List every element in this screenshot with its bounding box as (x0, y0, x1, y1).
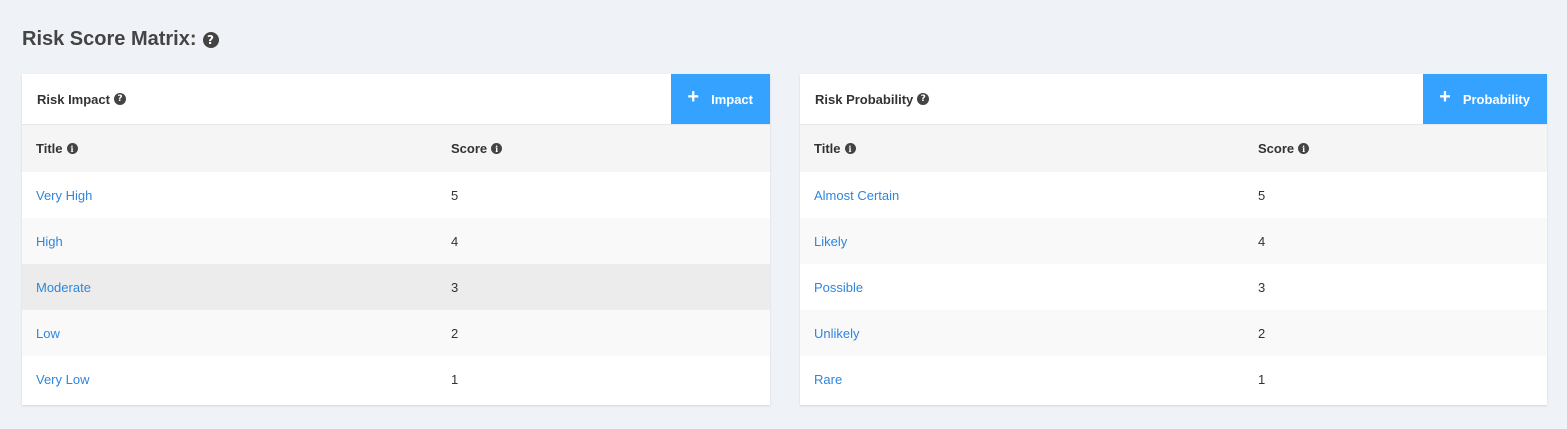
row-score: 4 (451, 233, 459, 249)
column-header-score-text: Score (451, 141, 488, 156)
row-title-link[interactable]: High (22, 218, 451, 264)
question-circle-icon[interactable]: ? (917, 93, 930, 105)
row-score: 5 (1258, 187, 1266, 203)
table-header-row: Title i Score i (22, 125, 770, 172)
table-row[interactable]: Very Low 1 (22, 356, 770, 402)
risk-probability-table: Title i Score i Almost Certain 5 Likely 4 … (800, 125, 1547, 402)
page-title: Risk Score Matrix: ? (22, 28, 219, 51)
row-score: 3 (1258, 279, 1266, 295)
table-row[interactable]: High 4 (22, 218, 770, 264)
table-row[interactable]: Rare 1 (800, 356, 1547, 402)
row-title-link[interactable]: Rare (800, 356, 1258, 402)
table-row[interactable]: Likely 4 (800, 218, 1547, 264)
info-circle-icon[interactable]: i (491, 143, 503, 154)
row-score: 1 (451, 371, 459, 387)
info-circle-icon[interactable]: i (844, 143, 856, 154)
plus-icon: + (1439, 86, 1451, 108)
info-circle-icon[interactable]: i (66, 143, 78, 154)
add-probability-label: Probability (1462, 91, 1530, 107)
column-header-title[interactable]: Title i (800, 125, 1258, 172)
info-circle-icon[interactable]: i (1298, 143, 1310, 154)
column-header-title-text: Title (36, 141, 63, 156)
risk-probability-header: Risk Probability ? + Probability (800, 74, 1547, 125)
column-header-score[interactable]: Score i (451, 125, 770, 172)
column-header-score[interactable]: Score i (1258, 125, 1547, 172)
row-score: 2 (451, 325, 459, 341)
add-probability-button[interactable]: + Probability (1423, 74, 1547, 124)
risk-probability-title-text: Risk Probability (815, 91, 914, 107)
table-row[interactable]: Moderate 3 (22, 264, 770, 310)
row-title-link[interactable]: Very Low (22, 356, 451, 402)
risk-impact-table: Title i Score i Very High 5 High 4 Moderat… (22, 125, 770, 402)
add-impact-label: Impact (711, 91, 753, 107)
row-score: 3 (451, 279, 459, 295)
column-header-score-text: Score (1258, 141, 1295, 156)
plus-icon: + (687, 86, 700, 108)
row-title-link[interactable]: Likely (800, 218, 1258, 264)
risk-impact-title: Risk Impact ? (22, 92, 126, 107)
table-row[interactable]: Almost Certain 5 (800, 172, 1547, 218)
add-impact-button[interactable]: + Impact (671, 74, 770, 124)
column-header-title-text: Title (814, 141, 841, 156)
risk-probability-title: Risk Probability ? (800, 91, 930, 107)
table-row[interactable]: Low 2 (22, 310, 770, 356)
row-score: 5 (451, 187, 459, 203)
table-header-row: Title i Score i (800, 125, 1547, 172)
risk-probability-panel: Risk Probability ? + Probability Title i … (800, 74, 1547, 405)
table-row[interactable]: Unlikely 2 (800, 310, 1547, 356)
risk-impact-header: Risk Impact ? + Impact (22, 74, 770, 125)
table-row[interactable]: Possible 3 (800, 264, 1547, 310)
row-title-link[interactable]: Almost Certain (800, 172, 1258, 218)
page-title-text: Risk Score Matrix: (22, 28, 197, 50)
risk-impact-title-text: Risk Impact (37, 91, 110, 107)
row-title-link[interactable]: Moderate (22, 264, 451, 310)
question-circle-icon[interactable]: ? (113, 93, 126, 105)
question-circle-icon[interactable]: ? (202, 31, 219, 48)
table-row[interactable]: Very High 5 (22, 172, 770, 218)
row-score: 4 (1258, 233, 1266, 249)
row-title-link[interactable]: Very High (22, 172, 451, 218)
row-score: 2 (1258, 325, 1266, 341)
row-title-link[interactable]: Possible (800, 264, 1258, 310)
risk-impact-panel: Risk Impact ? + Impact Title i Score i Ver… (22, 74, 770, 405)
row-title-link[interactable]: Unlikely (800, 310, 1258, 356)
row-title-link[interactable]: Low (22, 310, 451, 356)
row-score: 1 (1258, 371, 1266, 387)
column-header-title[interactable]: Title i (22, 125, 451, 172)
